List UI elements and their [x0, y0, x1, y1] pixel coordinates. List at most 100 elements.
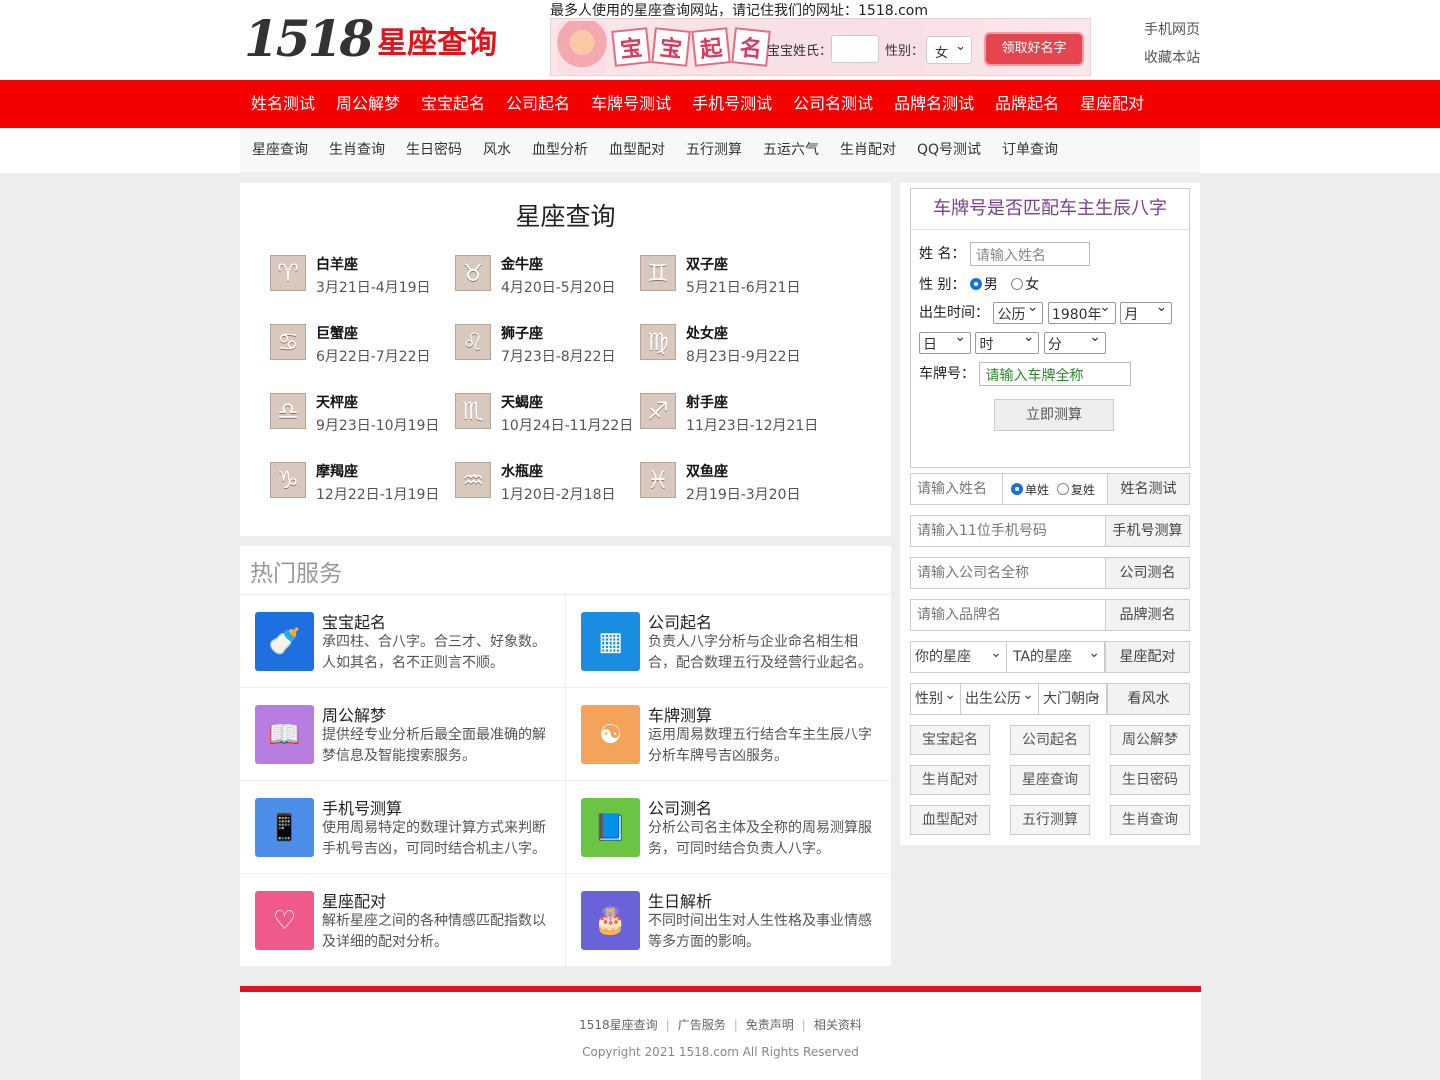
zodiac-item[interactable]: ♈ 白羊座 3月21日-4月19日: [270, 255, 455, 305]
sub-nav-item[interactable]: 五行测算: [686, 128, 742, 172]
footer-link[interactable]: 相关资料: [814, 1018, 862, 1032]
hot-service-item[interactable]: ☯ 车牌测算 运用周易数理五行结合车主生辰八字分析车牌号吉凶服务。: [565, 688, 890, 781]
sub-nav-item[interactable]: QQ号测试: [917, 128, 981, 172]
zodiac-item[interactable]: ♓ 双鱼座 2月19日-3月20日: [640, 462, 825, 512]
name-test-input[interactable]: 请输入姓名: [911, 474, 1003, 504]
hot-service-item[interactable]: ▦ 公司起名 负责人八字分析与企业命名相生相合，配合数理五行及经营行业起名。: [565, 595, 890, 688]
hot-service-item[interactable]: 🍼 宝宝起名 承四柱、合八字。合三才、好象数。人如其名，名不正则言不顺。: [240, 595, 565, 688]
zodiac-item[interactable]: ♑ 摩羯座 12月22日-1月19日: [270, 462, 455, 512]
sidebar: 车牌号是否匹配车主生辰八字 姓 名： 请输入姓名 性 别： 男 女 出生时间： …: [900, 183, 1200, 845]
main-nav-item[interactable]: 周公解梦: [336, 80, 400, 128]
quick-link-tag[interactable]: 周公解梦: [1110, 725, 1190, 755]
sub-nav-item[interactable]: 生日密码: [406, 128, 462, 172]
sub-nav-item[interactable]: 生肖查询: [329, 128, 385, 172]
quick-link-tag[interactable]: 生肖配对: [910, 765, 990, 795]
main-nav-item[interactable]: 车牌号测试: [591, 80, 671, 128]
zodiac-name: 处女座: [686, 326, 728, 342]
main-nav: 姓名测试 周公解梦 宝宝起名 公司起名 车牌号测试 手机号测试 公司名测试 品牌名测试 品牌起名…: [0, 80, 1440, 128]
my-zodiac-select[interactable]: 你的星座: [911, 638, 1007, 672]
sub-nav-item[interactable]: 五运六气: [763, 128, 819, 172]
quick-link-tag[interactable]: 星座查询: [1010, 765, 1090, 795]
quick-link-tag[interactable]: 宝宝起名: [910, 725, 990, 755]
quick-link-tag[interactable]: 血型配对: [910, 805, 990, 835]
zodiac-item[interactable]: ♒ 水瓶座 1月20日-2月18日: [455, 462, 640, 512]
quick-link-tag[interactable]: 生肖查询: [1110, 805, 1190, 835]
male-radio[interactable]: [969, 278, 982, 290]
sub-nav-item[interactable]: 血型配对: [609, 128, 665, 172]
sub-nav-item[interactable]: 订单查询: [1002, 128, 1058, 172]
hot-service-item[interactable]: 📘 公司测名 分析公司名主体及全称的周易测算服务，可同时结合负责人八字。: [565, 781, 890, 874]
zodiac-item[interactable]: ♊ 双子座 5月21日-6月21日: [640, 255, 825, 305]
main-nav-item[interactable]: 星座配对: [1080, 80, 1144, 128]
year-select[interactable]: 1980年: [1047, 299, 1116, 324]
main-nav-item[interactable]: 宝宝起名: [421, 80, 485, 128]
submit-plate-button[interactable]: 立即测算: [994, 399, 1114, 431]
main-nav-item[interactable]: 品牌名测试: [894, 80, 974, 128]
sub-nav-item[interactable]: 生肖配对: [840, 128, 896, 172]
quick-link-tag[interactable]: 五行测算: [1010, 805, 1090, 835]
zodiac-item[interactable]: ♎ 天枰座 9月23日-10月19日: [270, 393, 455, 443]
quick-link-tag[interactable]: 生日密码: [1110, 765, 1190, 795]
quick-link-tag[interactable]: 公司起名: [1010, 725, 1090, 755]
mobile-site-link[interactable]: 手机网页: [1144, 16, 1200, 44]
hot-service-item[interactable]: ♡ 星座配对 解析星座之间的各种情感匹配指数以及详细的配对分析。: [240, 874, 565, 967]
zodiac-date: 2月19日-3月20日: [686, 487, 801, 503]
main-nav-item[interactable]: 手机号测试: [692, 80, 772, 128]
partner-zodiac-select[interactable]: TA的星座: [1009, 638, 1105, 672]
footer-link[interactable]: 1518星座查询: [579, 1018, 658, 1032]
hot-service-title: 宝宝起名: [322, 613, 387, 632]
site-logo[interactable]: 1518 星座查询: [244, 14, 497, 64]
sub-nav-item[interactable]: 风水: [483, 128, 511, 172]
hot-service-item[interactable]: 📖 周公解梦 提供经专业分析后最全面最准确的解梦信息及智能搜索服务。: [240, 688, 565, 781]
banner-gender-select[interactable]: 女 ⌄: [926, 36, 972, 64]
fengshui-gender-select[interactable]: 性别: [911, 680, 961, 714]
zodiac-item[interactable]: ♉ 金牛座 4月20日-5月20日: [455, 255, 640, 305]
phone-input[interactable]: 请输入11位手机号码: [911, 516, 1047, 546]
calendar-select[interactable]: 公历: [993, 299, 1044, 324]
single-surname-radio[interactable]: [1011, 483, 1023, 495]
baby-naming-banner[interactable]: 宝 宝 起 名 宝宝姓氏： 性别： 女 ⌄ 领取好名字: [550, 18, 1091, 76]
brand-test-button[interactable]: 品牌测名: [1105, 600, 1189, 630]
chevron-down-icon: ⌄: [955, 39, 966, 54]
main-nav-item[interactable]: 公司名测试: [793, 80, 873, 128]
zodiac-item[interactable]: ♏ 天蝎座 10月24日-11月22日: [455, 393, 640, 443]
zodiac-symbol-icon: ♋: [270, 324, 306, 360]
zodiac-name: 天枰座: [316, 395, 358, 411]
fengshui-button[interactable]: 看风水: [1107, 684, 1189, 714]
sub-nav-item[interactable]: 血型分析: [532, 128, 588, 172]
hour-select[interactable]: 时: [975, 329, 1040, 354]
name-input[interactable]: 请输入姓名: [969, 242, 1090, 266]
double-surname-radio[interactable]: [1056, 483, 1069, 495]
footer-link[interactable]: 免责声明: [746, 1018, 794, 1032]
sub-nav-item[interactable]: 星座查询: [252, 128, 308, 172]
company-test-button[interactable]: 公司测名: [1105, 558, 1189, 588]
zodiac-title: 星座查询: [515, 202, 616, 231]
zodiac-item[interactable]: ♋ 巨蟹座 6月22日-7月22日: [270, 324, 455, 374]
plate-input[interactable]: 请输入车牌全称: [979, 362, 1132, 386]
banner-surname-input[interactable]: [831, 35, 879, 63]
cake-icon: 🎂: [581, 891, 640, 950]
zodiac-item[interactable]: ♍ 处女座 8月23日-9月22日: [640, 324, 825, 374]
zodiac-item[interactable]: ♐ 射手座 11月23日-12月21日: [640, 393, 825, 443]
get-name-button[interactable]: 领取好名字: [986, 34, 1082, 64]
phone-test-button[interactable]: 手机号测算: [1105, 516, 1189, 546]
main-nav-item[interactable]: 品牌起名: [995, 80, 1059, 128]
hot-service-item[interactable]: 🎂 生日解析 不同时间出生对人生性格及事业情感等多方面的影响。: [565, 874, 890, 967]
bookmark-link[interactable]: 收藏本站: [1144, 44, 1200, 72]
month-select[interactable]: 月: [1120, 299, 1173, 324]
name-test-button[interactable]: 姓名测试: [1107, 474, 1189, 504]
main-nav-item[interactable]: 公司起名: [506, 80, 570, 128]
day-select[interactable]: 日: [919, 329, 971, 354]
footer-link[interactable]: 广告服务: [678, 1018, 726, 1032]
female-radio[interactable]: [1011, 278, 1024, 290]
zodiac-symbol-icon: ♏: [455, 393, 491, 429]
minute-select[interactable]: 分: [1043, 329, 1106, 354]
hot-service-item[interactable]: 📱 手机号测算 使用周易特定的数理计算方式来判断手机号吉凶，可同时结合机主八字。: [240, 781, 565, 874]
company-input[interactable]: 请输入公司名全称: [911, 558, 1029, 588]
zodiac-match-button[interactable]: 星座配对: [1105, 642, 1189, 672]
main-nav-item[interactable]: 姓名测试: [251, 80, 315, 128]
door-direction-select[interactable]: 大门朝向: [1039, 684, 1107, 714]
brand-input[interactable]: 请输入品牌名: [911, 600, 1001, 630]
zodiac-item[interactable]: ♌ 狮子座 7月23日-8月22日: [455, 324, 640, 374]
fengshui-birth-select[interactable]: 出生公历: [961, 680, 1039, 714]
